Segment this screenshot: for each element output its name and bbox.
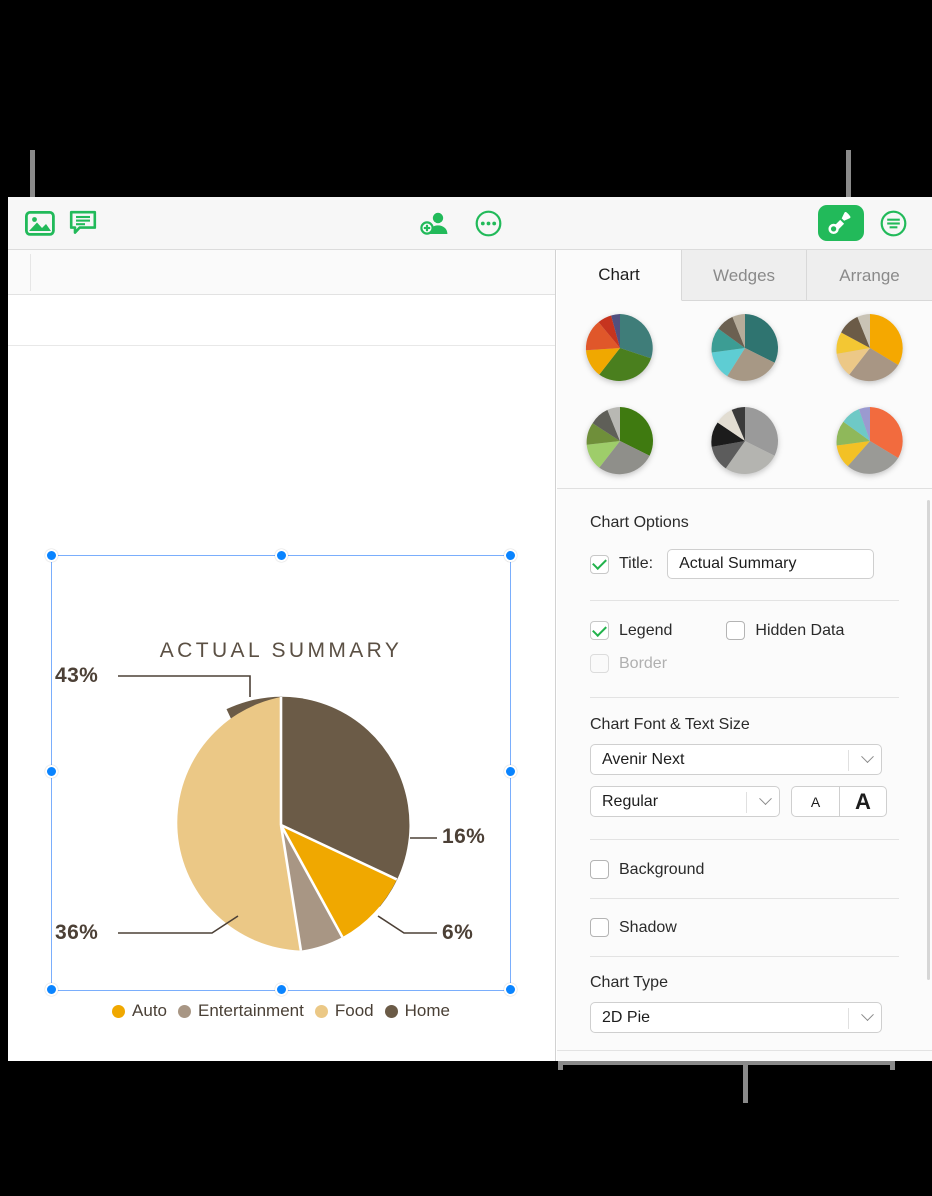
shadow-label: Shadow	[619, 919, 677, 937]
legend-label-home: Home	[405, 1001, 450, 1021]
legend-label-auto: Auto	[132, 1001, 167, 1021]
chart-type-value: 2D Pie	[602, 1009, 650, 1027]
chart-legend[interactable]: Auto Entertainment Food Home	[52, 1001, 510, 1021]
legend-item-food: Food	[315, 1001, 374, 1021]
legend-swatch-home	[385, 1005, 398, 1018]
chart-selection-frame[interactable]	[51, 555, 511, 991]
title-row: Title: Actual Summary	[557, 549, 932, 579]
legend-checkbox[interactable]	[590, 621, 609, 640]
legend-swatch-auto	[112, 1005, 125, 1018]
border-row: Border	[557, 654, 932, 673]
font-style-value: Regular	[602, 793, 658, 811]
legend-label-entertainment: Entertainment	[198, 1001, 304, 1021]
font-section-title: Chart Font & Text Size	[590, 716, 899, 734]
font-style-separator	[746, 792, 747, 813]
font-family-select[interactable]: Avenir Next	[590, 744, 882, 775]
background-row: Background	[557, 860, 932, 879]
font-section: Chart Font & Text Size	[557, 716, 932, 734]
chart-type-select[interactable]: 2D Pie	[590, 1002, 882, 1033]
resize-handle-bottom-right[interactable]	[504, 983, 517, 996]
chart-style-option-1[interactable]	[583, 311, 657, 385]
chevron-down-icon	[759, 792, 772, 805]
callout-bracket-bottom-left-cap	[558, 1060, 563, 1070]
media-icon[interactable]	[23, 208, 57, 238]
inspector-tabs: Chart Wedges Arrange	[557, 250, 932, 301]
chart-options-title: Chart Options	[590, 514, 899, 532]
divider-4	[590, 898, 899, 899]
chart-title-input[interactable]: Actual Summary	[667, 549, 874, 579]
border-checkbox	[590, 654, 609, 673]
text-size-buttons: A A	[791, 786, 887, 817]
title-label: Title:	[619, 555, 653, 573]
legend-row: Legend Hidden Data	[557, 621, 932, 640]
collaborate-icon[interactable]	[418, 208, 452, 238]
chart-style-grid	[557, 301, 932, 489]
resize-handle-middle-left[interactable]	[45, 765, 58, 778]
background-checkbox[interactable]	[590, 860, 609, 879]
resize-handle-bottom-left[interactable]	[45, 983, 58, 996]
background-label: Background	[619, 861, 704, 879]
inspector-scrollbar[interactable]	[927, 500, 930, 980]
shadow-checkbox[interactable]	[590, 918, 609, 937]
chevron-down-icon	[861, 750, 874, 763]
legend-swatch-entertainment	[178, 1005, 191, 1018]
border-label: Border	[619, 655, 667, 673]
document-header-strip	[8, 250, 555, 295]
format-inspector: Chart Wedges Arrange	[557, 250, 932, 1061]
format-icon[interactable]	[818, 205, 864, 241]
tab-arrange[interactable]: Arrange	[807, 250, 932, 301]
app-window: ACTUAL SUMMARY	[8, 197, 932, 1061]
callout-line-bottom-stem	[743, 1063, 748, 1103]
screenshot-root: ACTUAL SUMMARY	[0, 0, 932, 1196]
resize-handle-middle-right[interactable]	[504, 765, 517, 778]
divider-6	[557, 1050, 932, 1051]
chart-type-title: Chart Type	[590, 974, 899, 992]
callout-bracket-bottom-right-cap	[890, 1060, 895, 1070]
decrease-text-size-button[interactable]: A	[791, 786, 839, 817]
chart-type-section: Chart Type	[557, 974, 932, 992]
font-family-separator	[848, 750, 849, 771]
chevron-down-icon	[861, 1008, 874, 1021]
resize-handle-top-center[interactable]	[275, 549, 288, 562]
document-header-inner	[30, 254, 550, 291]
divider-5	[590, 956, 899, 957]
font-family-value: Avenir Next	[602, 751, 684, 769]
divider-1	[590, 600, 899, 601]
hidden-data-checkbox[interactable]	[726, 621, 745, 640]
chart-type-row: 2D Pie	[557, 1002, 932, 1033]
legend-label-food: Food	[335, 1001, 374, 1021]
toolbar	[8, 197, 932, 250]
hidden-data-label: Hidden Data	[755, 622, 844, 640]
chart-type-separator	[848, 1008, 849, 1029]
shadow-row: Shadow	[557, 918, 932, 937]
chart-style-option-4[interactable]	[583, 404, 657, 478]
increase-text-size-button[interactable]: A	[839, 786, 887, 817]
resize-handle-bottom-center[interactable]	[275, 983, 288, 996]
comment-icon[interactable]	[66, 208, 100, 238]
chart-style-option-3[interactable]	[833, 311, 907, 385]
chart-options-section: Chart Options	[557, 514, 932, 532]
legend-item-entertainment: Entertainment	[178, 1001, 304, 1021]
font-family-row: Avenir Next	[557, 744, 932, 775]
divider-3	[590, 839, 899, 840]
divider-2	[590, 697, 899, 698]
tab-wedges[interactable]: Wedges	[682, 250, 807, 301]
chart-style-option-5[interactable]	[708, 404, 782, 478]
resize-handle-top-left[interactable]	[45, 549, 58, 562]
legend-item-auto: Auto	[112, 1001, 167, 1021]
tab-chart[interactable]: Chart	[557, 250, 682, 301]
document-icon[interactable]	[876, 208, 910, 238]
resize-handle-top-right[interactable]	[504, 549, 517, 562]
chart-style-option-2[interactable]	[708, 311, 782, 385]
more-options-icon[interactable]	[471, 208, 505, 238]
font-style-row: Regular A A	[557, 786, 932, 817]
legend-item-home: Home	[385, 1001, 450, 1021]
legend-swatch-food	[315, 1005, 328, 1018]
document-rule	[8, 345, 555, 346]
chart-style-option-6[interactable]	[833, 404, 907, 478]
legend-label: Legend	[619, 622, 672, 640]
font-style-select[interactable]: Regular	[590, 786, 780, 817]
title-checkbox[interactable]	[590, 555, 609, 574]
